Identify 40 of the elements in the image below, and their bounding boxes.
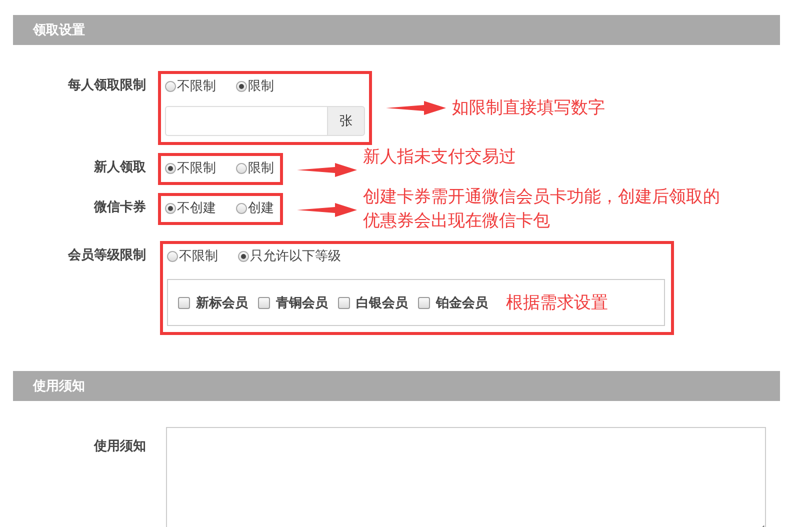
annotation-note: 创建卡券需开通微信会员卡功能，创建后领取的优惠券会出现在微信卡包 [363,186,721,233]
radio-icon[interactable] [236,202,247,214]
input-addon: 张 [327,106,365,136]
field-label: 会员等级限制 [66,247,147,264]
checkbox-icon[interactable] [178,296,190,308]
level-checkbox[interactable]: 铂金会员 [418,294,488,312]
radio-option[interactable]: 限制 [236,159,274,177]
annotation-note: 根据需求设置 [506,292,608,314]
radio-icon[interactable] [236,162,247,174]
radio-icon[interactable] [165,80,176,92]
quantity-field[interactable] [165,106,327,136]
radio-option[interactable]: 不限制 [165,159,216,177]
radio-icon[interactable] [165,202,176,214]
checkbox-icon[interactable] [418,296,430,308]
field-label: 每人领取限制 [67,77,147,94]
radio-option[interactable]: 不限制 [165,77,216,95]
field-label: 微信卡券 [92,199,147,216]
radio-icon[interactable] [165,162,176,174]
radio-option[interactable]: 不限制 [167,247,218,265]
radio-icon[interactable] [236,80,247,92]
section-title: 使用须知 [33,378,85,395]
annotation-note: 如限制直接填写数字 [452,97,605,120]
radio-option[interactable]: 只允许以下等级 [238,247,341,265]
level-checkbox[interactable]: 白银会员 [338,294,408,312]
radio-option[interactable]: 限制 [236,77,274,95]
radio-option[interactable]: 不创建 [165,199,216,217]
radio-icon[interactable] [167,250,178,262]
level-checkbox[interactable]: 新标会员 [178,294,248,312]
arrow-icon [297,203,357,217]
section-title: 领取设置 [33,22,85,39]
checkbox-icon[interactable] [338,296,350,308]
checkbox-icon[interactable] [258,296,270,308]
arrow-icon [386,101,446,115]
radio-option[interactable]: 创建 [236,199,274,217]
field-label: 使用须知 [92,438,147,455]
field-label: 新人领取 [93,158,147,176]
annotation-note: 新人指未支付交易过 [363,146,516,169]
arrow-icon [297,163,357,177]
level-checkbox[interactable]: 青铜会员 [258,294,328,312]
radio-icon[interactable] [238,250,249,262]
